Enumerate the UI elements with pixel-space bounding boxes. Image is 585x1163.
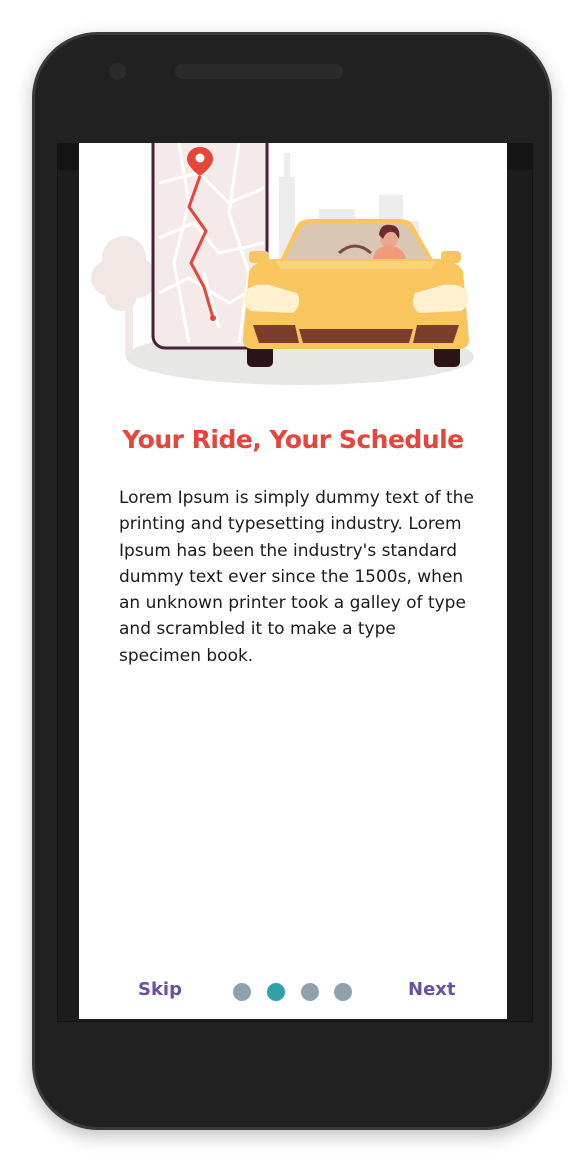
onboarding-title: Your Ride, Your Schedule: [122, 425, 464, 454]
skip-button[interactable]: Skip: [138, 979, 182, 1000]
page-dot-2[interactable]: [267, 983, 285, 1001]
page-indicator: [233, 983, 353, 1001]
camera-icon: [109, 63, 126, 80]
next-button[interactable]: Next: [408, 979, 456, 1000]
speaker-grille: [175, 64, 343, 79]
page-dot-4[interactable]: [334, 983, 352, 1001]
onboarding-screen: Your Ride, Your Schedule Lorem Ipsum is …: [79, 143, 507, 1019]
car-with-map-illustration: [91, 143, 474, 385]
onboarding-description: Lorem Ipsum is simply dummy text of the …: [119, 488, 474, 666]
onboarding-bottom-nav: Skip Next: [79, 975, 507, 1009]
tree-icon: [91, 236, 157, 355]
car-icon: [243, 219, 469, 367]
page-dot-1[interactable]: [233, 983, 251, 1001]
page-dot-3[interactable]: [301, 983, 319, 1001]
